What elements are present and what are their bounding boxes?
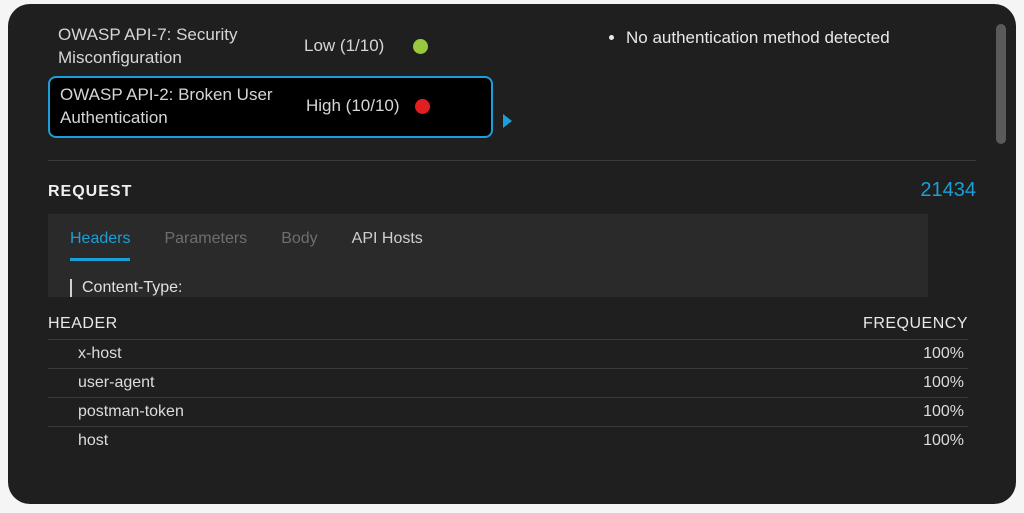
risk-row-selected[interactable]: OWASP API-2: Broken User Authentication … (48, 76, 493, 138)
risk-title: OWASP API-7: Security Misconfiguration (58, 24, 298, 70)
security-panel: OWASP API-7: Security Misconfiguration L… (8, 4, 1016, 504)
risk-row[interactable]: OWASP API-7: Security Misconfiguration L… (48, 18, 493, 76)
risk-details: No authentication method detected (608, 26, 890, 51)
request-tabs-area: Headers Parameters Body API Hosts Conten… (48, 214, 928, 297)
caret-right-icon (503, 114, 512, 128)
table-row: x-host 100% (48, 339, 968, 368)
header-freq: 100% (923, 403, 968, 421)
table-header-row: HEADER FREQUENCY (48, 311, 968, 339)
header-name: user-agent (78, 374, 155, 392)
tab-api-hosts[interactable]: API Hosts (352, 230, 423, 261)
request-label: REQUEST (48, 183, 132, 201)
table-row: postman-token 100% (48, 397, 968, 426)
col-header-name: HEADER (48, 315, 118, 333)
severity-dot-icon (413, 39, 428, 54)
risk-severity: High (10/10) (300, 95, 415, 118)
tab-parameters[interactable]: Parameters (164, 230, 247, 261)
detail-item: No authentication method detected (626, 26, 890, 51)
header-name: postman-token (78, 403, 184, 421)
risk-list: OWASP API-7: Security Misconfiguration L… (48, 18, 493, 138)
header-freq: 100% (923, 374, 968, 392)
col-header-freq: FREQUENCY (863, 315, 968, 333)
header-freq: 100% (923, 432, 968, 450)
divider (48, 160, 976, 161)
table-row: host 100% (48, 426, 968, 455)
risk-severity: Low (1/10) (298, 35, 413, 58)
header-name: x-host (78, 345, 122, 363)
severity-dot-icon (415, 99, 430, 114)
request-header: REQUEST 21434 (48, 179, 976, 202)
content-type-label: Content-Type: (70, 279, 906, 297)
tab-headers[interactable]: Headers (70, 230, 130, 261)
headers-table: HEADER FREQUENCY x-host 100% user-agent … (48, 311, 968, 455)
header-freq: 100% (923, 345, 968, 363)
table-row: user-agent 100% (48, 368, 968, 397)
vertical-scrollbar[interactable] (996, 24, 1006, 144)
tab-body[interactable]: Body (281, 230, 317, 261)
tab-bar: Headers Parameters Body API Hosts (70, 230, 906, 261)
request-count: 21434 (920, 179, 976, 202)
header-name: host (78, 432, 108, 450)
risk-title: OWASP API-2: Broken User Authentication (60, 84, 300, 130)
